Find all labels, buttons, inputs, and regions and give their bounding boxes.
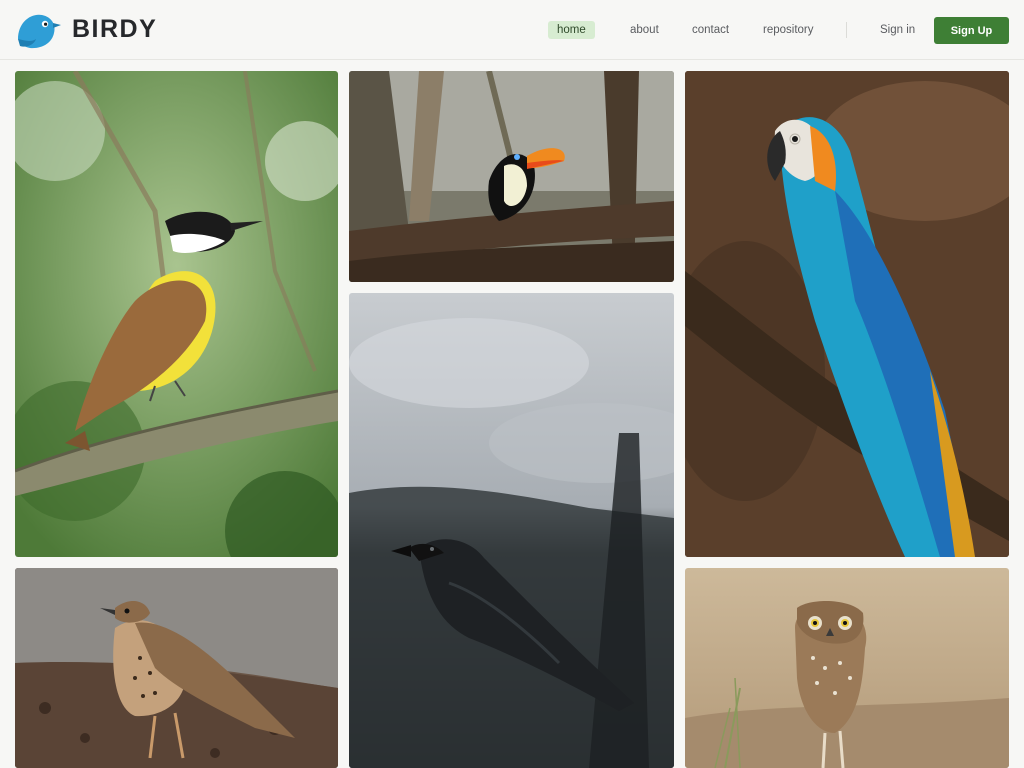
photo-card-kiskadee[interactable] <box>15 71 338 557</box>
photo-card-toucan[interactable] <box>349 71 674 282</box>
photo-card-thrush[interactable] <box>15 568 338 768</box>
signup-button[interactable]: Sign Up <box>934 17 1009 44</box>
photo-card-raven[interactable] <box>349 293 674 768</box>
photo-card-macaw[interactable] <box>685 71 1009 557</box>
nav-contact[interactable]: contact <box>692 21 729 39</box>
photo-card-owl[interactable] <box>685 568 1009 768</box>
raven-photo <box>349 293 674 768</box>
nav-home[interactable]: home <box>548 21 595 39</box>
nav-about[interactable]: about <box>630 21 659 39</box>
toucan-photo <box>349 71 674 282</box>
nav-repository[interactable]: repository <box>763 21 814 39</box>
thrush-photo <box>15 568 338 768</box>
macaw-photo <box>685 71 1009 557</box>
nav-divider <box>846 22 847 38</box>
main-nav: home about contact repository <box>0 21 1024 39</box>
signin-link[interactable]: Sign in <box>880 21 915 39</box>
owl-photo <box>685 568 1009 768</box>
kiskadee-photo <box>15 71 338 557</box>
site-header: BIRDY home about contact repository Sign… <box>0 0 1024 60</box>
